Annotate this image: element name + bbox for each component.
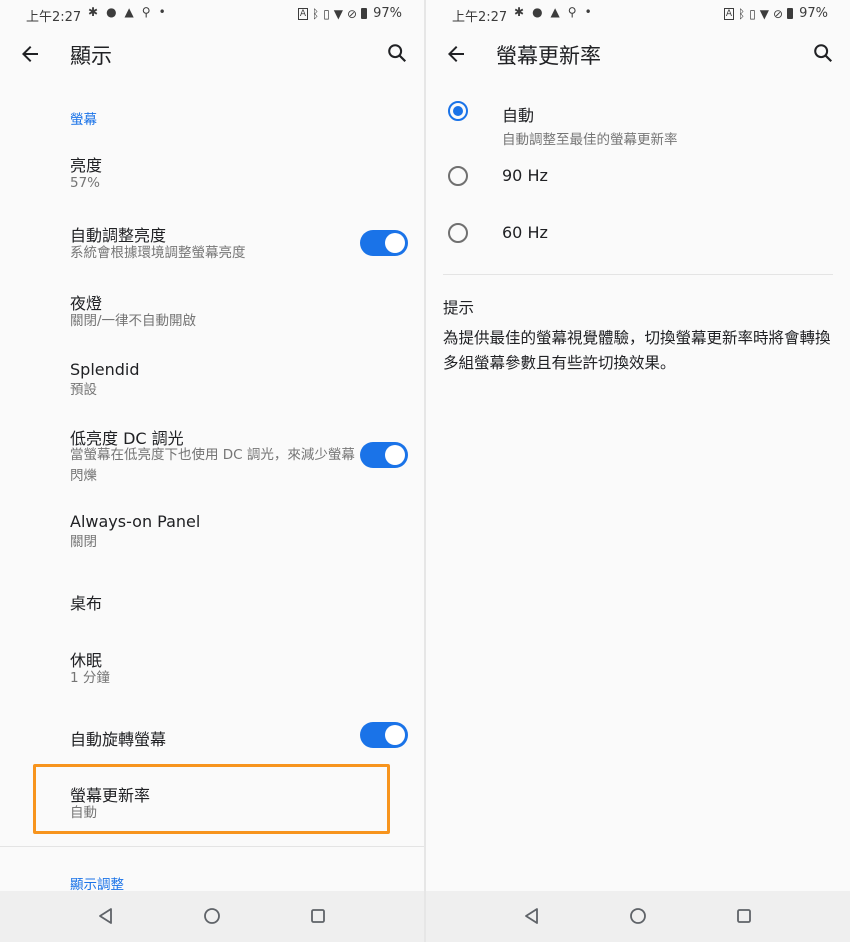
option-60hz-label[interactable]: 60 Hz [502, 223, 548, 242]
battery-percent: 97% [373, 6, 402, 21]
battery-percent: 97% [799, 6, 828, 21]
wifi-icon: ▼ [759, 6, 770, 21]
battery-icon [787, 8, 794, 19]
hint-title: 提示 [443, 299, 475, 317]
notification-icon: ● [532, 5, 543, 19]
page-title: 顯示 [70, 44, 112, 68]
page-title: 螢幕更新率 [496, 44, 601, 68]
location-icon: ⚲ [567, 5, 577, 19]
back-arrow-icon[interactable] [18, 42, 42, 66]
option-auto-subtitle: 自動調整至最佳的螢幕更新率 [502, 132, 678, 148]
bluetooth-icon: ᛒ [737, 6, 746, 21]
setting-subtitle: 57% [70, 175, 101, 191]
bluetooth-icon: ᛒ [311, 6, 320, 21]
radio-60hz[interactable] [448, 223, 468, 243]
auto-rotate-setting[interactable]: 自動旋轉螢幕 [0, 706, 424, 764]
setting-subtitle: 當螢幕在低亮度下也使用 DC 調光，來減少螢幕閃爍 [70, 447, 355, 484]
radio-90hz[interactable] [448, 166, 468, 186]
divider [443, 274, 833, 275]
display-settings-screen: 上午2:27 ✱ ● ▲ ⚲ • A ᛒ ▯ ▼ ⊘ 97% 顯示 螢幕 亮度 … [0, 0, 424, 942]
auto-brightness-icon: A [723, 7, 734, 20]
nav-back-icon[interactable] [97, 907, 115, 925]
drive-icon: ▲ [550, 5, 560, 19]
wallpaper-setting[interactable]: 桌布 [0, 570, 424, 628]
highlight-box [33, 764, 390, 834]
search-icon[interactable] [812, 42, 834, 64]
brightness-setting[interactable]: 亮度 57% [0, 140, 424, 202]
navigation-bar [0, 891, 424, 942]
setting-title: 自動旋轉螢幕 [70, 730, 167, 749]
drive-icon: ▲ [124, 5, 134, 19]
app-bar: 顯示 [0, 28, 424, 80]
gear-icon: ✱ [88, 5, 99, 19]
location-icon: ⚲ [141, 5, 151, 19]
nav-home-icon[interactable] [629, 907, 647, 925]
battery-icon [361, 8, 368, 19]
no-sim-icon: ⊘ [347, 6, 358, 21]
auto-brightness-setting[interactable]: 自動調整亮度 系統會根據環境調整螢幕亮度 [0, 210, 424, 272]
nav-home-icon[interactable] [203, 907, 221, 925]
option-90hz-label[interactable]: 90 Hz [502, 166, 548, 185]
hint-body: 為提供最佳的螢幕視覺體驗，切換螢幕更新率時將會轉換多組螢幕參數且有些許切換效果。 [443, 329, 831, 372]
nav-recents-icon[interactable] [309, 907, 327, 925]
status-bar: 上午2:27 ✱ ● ▲ ⚲ • A ᛒ ▯ ▼ ⊘ 97% [0, 0, 424, 28]
notification-icon: ● [106, 5, 117, 19]
divider [0, 846, 424, 847]
setting-subtitle: 關閉 [70, 534, 97, 550]
back-arrow-icon[interactable] [444, 42, 468, 66]
always-on-panel-setting[interactable]: Always-on Panel 關閉 [0, 500, 424, 562]
status-bar: 上午2:27 ✱ ● ▲ ⚲ • A ᛒ ▯ ▼ ⊘ 97% [426, 0, 850, 28]
setting-title: Splendid [70, 360, 140, 379]
app-bar: 螢幕更新率 [426, 28, 850, 80]
setting-subtitle: 預設 [70, 382, 97, 398]
dot-icon: • [158, 5, 166, 19]
search-icon[interactable] [386, 42, 408, 64]
splendid-setting[interactable]: Splendid 預設 [0, 348, 424, 410]
setting-subtitle: 關閉/一律不自動開啟 [70, 313, 197, 329]
vibrate-icon: ▯ [749, 6, 756, 21]
nav-back-icon[interactable] [523, 907, 541, 925]
dc-dimming-setting[interactable]: 低亮度 DC 調光 當螢幕在低亮度下也使用 DC 調光，來減少螢幕閃爍 [0, 414, 424, 498]
nav-recents-icon[interactable] [735, 907, 753, 925]
dc-dimming-toggle[interactable] [360, 442, 408, 468]
auto-brightness-toggle[interactable] [360, 230, 408, 256]
status-time: 上午2:27 [26, 10, 82, 25]
gear-icon: ✱ [514, 5, 525, 19]
section-header-display-adjust: 顯示調整 [70, 877, 124, 893]
sleep-setting[interactable]: 休眠 1 分鐘 [0, 636, 424, 698]
navigation-bar [426, 891, 850, 942]
night-light-setting[interactable]: 夜燈 關閉/一律不自動開啟 [0, 280, 424, 342]
dot-icon: • [584, 5, 592, 19]
setting-title: Always-on Panel [70, 512, 201, 531]
refresh-rate-screen: 上午2:27 ✱ ● ▲ ⚲ • A ᛒ ▯ ▼ ⊘ 97% 螢幕更新率 自動 … [426, 0, 850, 942]
section-header-screen: 螢幕 [70, 112, 97, 128]
auto-brightness-icon: A [297, 7, 308, 20]
setting-title: 桌布 [70, 594, 103, 613]
vibrate-icon: ▯ [323, 6, 330, 21]
setting-subtitle: 系統會根據環境調整螢幕亮度 [70, 245, 246, 261]
setting-subtitle: 1 分鐘 [70, 670, 110, 686]
auto-rotate-toggle[interactable] [360, 722, 408, 748]
radio-auto[interactable] [448, 101, 468, 121]
status-time: 上午2:27 [452, 10, 508, 25]
option-auto-label[interactable]: 自動 [502, 102, 534, 126]
wifi-icon: ▼ [333, 6, 344, 21]
no-sim-icon: ⊘ [773, 6, 784, 21]
